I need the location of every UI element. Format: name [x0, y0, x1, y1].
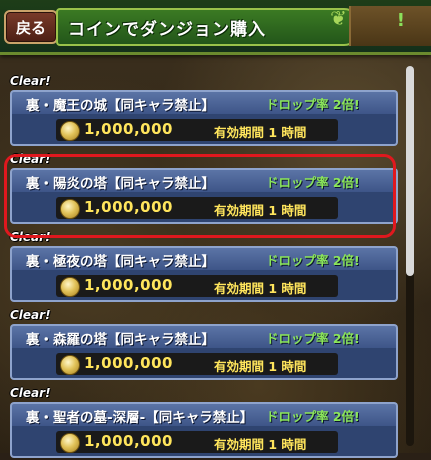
- coin-icon: [60, 121, 80, 141]
- coin-icon: [60, 199, 80, 219]
- valid-period: 有効期間 1 時間: [214, 125, 307, 140]
- header-decoration: [349, 6, 431, 46]
- dungeon-name: 裏・聖者の墓-深層-【同キャラ禁止】: [26, 410, 254, 426]
- dungeon-item-0[interactable]: Clear! 裏・魔王の城【同キャラ禁止】 ドロップ率 2倍! 1,000,00…: [8, 74, 398, 148]
- back-button[interactable]: 戻る: [4, 10, 58, 44]
- leaf-icon: ❦: [330, 6, 347, 30]
- dungeon-item-2[interactable]: Clear! 裏・極夜の塔【同キャラ禁止】 ドロップ率 2倍! 1,000,00…: [8, 230, 398, 304]
- coin-icon: [60, 355, 80, 375]
- price: 1,000,000: [84, 198, 173, 216]
- price: 1,000,000: [84, 354, 173, 372]
- price: 1,000,000: [84, 432, 173, 450]
- scrollbar-thumb[interactable]: [406, 66, 414, 276]
- clear-badge: Clear!: [10, 386, 51, 400]
- dungeon-name: 裏・極夜の塔【同キャラ禁止】: [26, 254, 215, 270]
- coin-icon: [60, 277, 80, 297]
- valid-period: 有効期間 1 時間: [214, 203, 307, 218]
- valid-period: 有効期間 1 時間: [214, 359, 307, 374]
- drop-rate: ドロップ率 2倍!: [266, 97, 360, 112]
- header-bar: 戻る コインでダンジョン購入 ❦ !: [0, 0, 431, 55]
- dungeon-name: 裏・陽炎の塔【同キャラ禁止】: [26, 176, 215, 192]
- title-banner: コインでダンジョン購入: [56, 8, 360, 46]
- dungeon-item-3[interactable]: Clear! 裏・森羅の塔【同キャラ禁止】 ドロップ率 2倍! 1,000,00…: [8, 308, 398, 382]
- page-title: コインでダンジョン購入: [68, 20, 266, 40]
- clear-badge: Clear!: [10, 308, 51, 322]
- valid-period: 有効期間 1 時間: [214, 281, 307, 296]
- clear-badge: Clear!: [10, 230, 51, 244]
- drop-rate: ドロップ率 2倍!: [266, 331, 360, 346]
- dungeon-name: 裏・魔王の城【同キャラ禁止】: [26, 98, 215, 114]
- dungeon-item-4[interactable]: Clear! 裏・聖者の墓-深層-【同キャラ禁止】 ドロップ率 2倍! 1,00…: [8, 386, 398, 460]
- drop-rate: ドロップ率 2倍!: [266, 175, 360, 190]
- header-excl: !: [396, 10, 405, 31]
- drop-rate: ドロップ率 2倍!: [266, 253, 360, 268]
- price: 1,000,000: [84, 276, 173, 294]
- dungeon-name: 裏・森羅の塔【同キャラ禁止】: [26, 332, 215, 348]
- background: [0, 0, 431, 453]
- coin-icon: [60, 433, 80, 453]
- clear-badge: Clear!: [10, 74, 51, 88]
- price: 1,000,000: [84, 120, 173, 138]
- drop-rate: ドロップ率 2倍!: [266, 409, 360, 424]
- valid-period: 有効期間 1 時間: [214, 437, 307, 452]
- clear-badge: Clear!: [10, 152, 51, 166]
- dungeon-item-1[interactable]: Clear! 裏・陽炎の塔【同キャラ禁止】 ドロップ率 2倍! 1,000,00…: [8, 152, 398, 226]
